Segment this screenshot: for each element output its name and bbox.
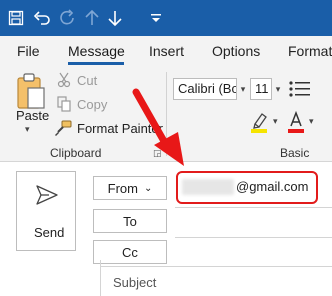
copy-button[interactable]: Copy [56,96,107,112]
down-arrow-icon[interactable] [103,6,127,30]
undo-icon[interactable] [30,6,54,30]
ribbon: Paste ▾ Cut Copy Format Painter Clipboar… [0,66,332,174]
copy-icon [56,96,72,112]
clipboard-group-label: Clipboard [50,146,102,160]
highlight-dropdown-icon[interactable]: ▾ [273,116,278,127]
group-separator [166,72,167,156]
cc-label: Cc [122,244,138,260]
tab-format[interactable]: Format [288,43,332,59]
cut-label: Cut [77,72,98,88]
format-painter-button[interactable]: Format Painter [54,120,163,136]
font-size-dropdown-icon[interactable]: ▾ [271,78,285,100]
paintbrush-icon [54,120,72,136]
highlight-icon[interactable] [250,110,272,134]
redo-icon[interactable] [56,6,80,30]
send-icon [36,185,58,205]
scissors-icon [56,72,72,88]
customize-quick-access-icon[interactable] [144,6,168,30]
cc-button[interactable]: Cc [93,240,167,264]
paste-button[interactable]: Paste [16,108,49,123]
tab-file[interactable]: File [17,43,40,59]
font-color-dropdown-icon[interactable]: ▾ [309,116,314,127]
from-field-line [175,207,332,208]
font-name-box[interactable]: Calibri (Boc [173,78,237,100]
title-bar [0,0,332,36]
tab-options[interactable]: Options [212,43,260,59]
paste-icon[interactable] [14,72,48,112]
cut-button[interactable]: Cut [56,72,97,88]
save-icon[interactable] [4,6,28,30]
copy-label: Copy [77,96,108,112]
to-field-line [175,237,332,238]
from-label: From [107,180,138,196]
subject-label: Subject [113,275,157,290]
to-label: To [123,213,137,229]
chevron-down-icon: ⌄ [143,182,153,194]
format-painter-label: Format Painter [77,120,163,136]
send-label: Send [34,225,65,240]
paste-dropdown-icon[interactable]: ▾ [25,124,30,135]
tab-message[interactable]: Message [68,43,125,59]
up-arrow-icon[interactable] [80,6,104,30]
bulleted-list-icon[interactable] [288,78,312,103]
font-name-dropdown-icon[interactable]: ▾ [236,78,250,100]
tab-insert[interactable]: Insert [149,43,184,59]
ribbon-tabs: File Message Insert Options Format [0,36,332,66]
from-email: @gmail.com [236,179,309,194]
redacted-username [182,179,234,195]
font-size-box[interactable]: 11 [250,78,272,100]
from-button[interactable]: From ⌄ [93,176,167,200]
active-tab-indicator [68,62,124,65]
to-button[interactable]: To [93,209,167,233]
clipboard-dialog-launcher-icon[interactable]: ◲ [153,148,162,159]
subject-top-line [100,266,332,267]
font-color-icon[interactable] [287,110,309,134]
